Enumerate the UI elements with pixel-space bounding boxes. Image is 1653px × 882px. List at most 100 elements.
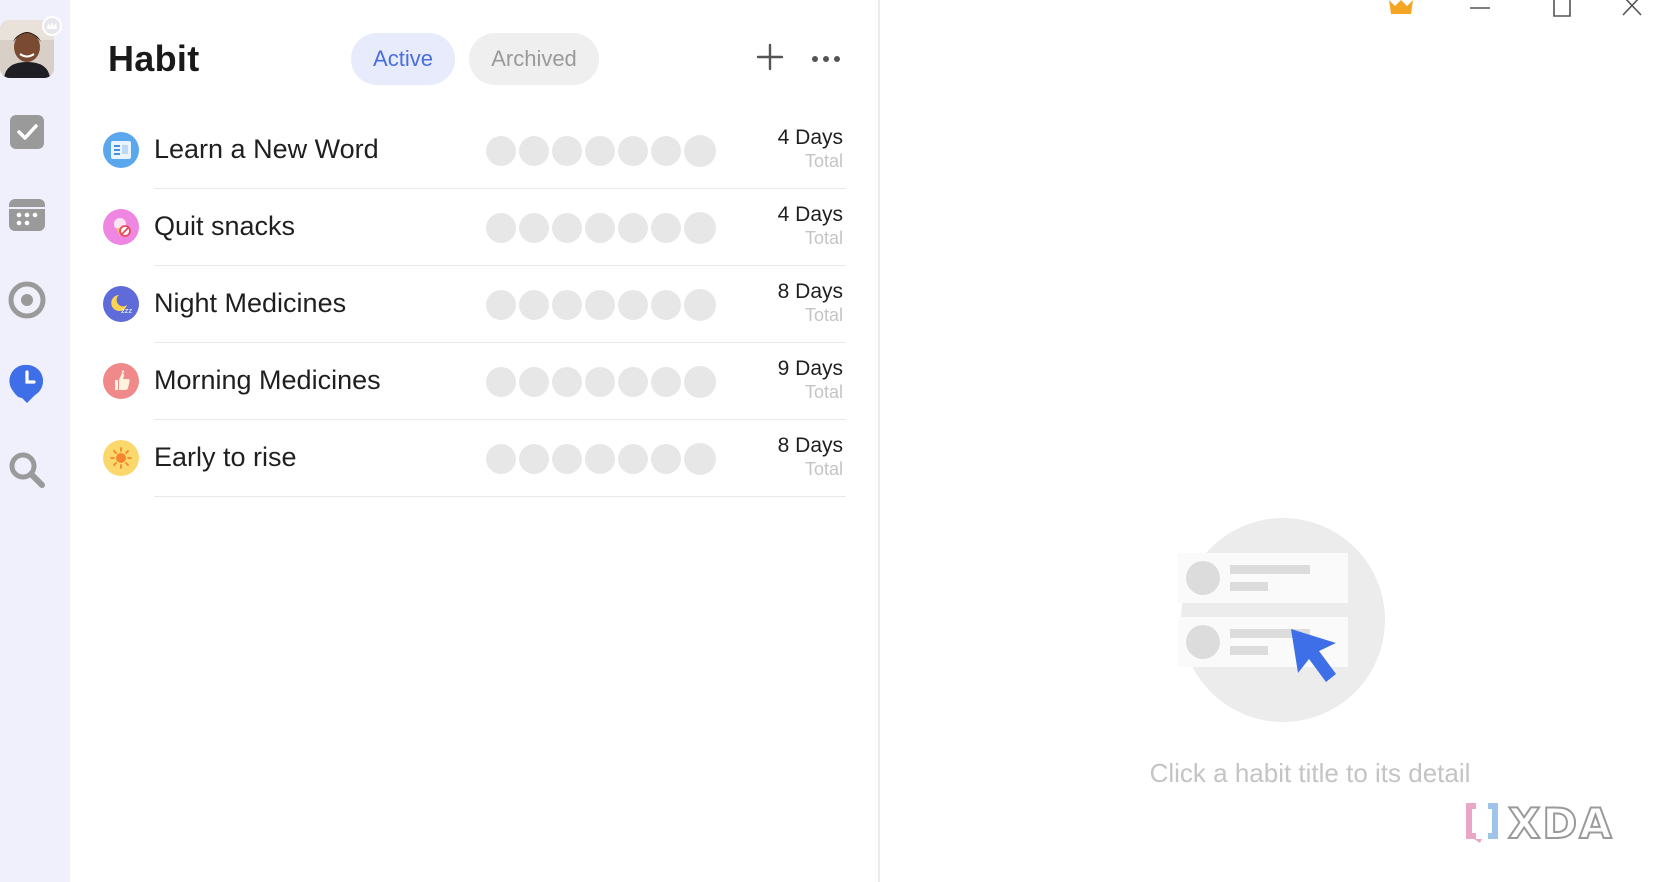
- day-dot[interactable]: [585, 444, 615, 474]
- days-label: Total: [804, 228, 843, 248]
- day-dot[interactable]: [585, 136, 615, 166]
- tab-active[interactable]: Active: [351, 33, 455, 85]
- day-dot[interactable]: [519, 136, 549, 166]
- day-dot[interactable]: [618, 444, 648, 474]
- total-days: 4 Days Total: [778, 203, 843, 249]
- day-dot[interactable]: [519, 290, 549, 320]
- upgrade-button[interactable]: [1384, 0, 1418, 22]
- day-dot[interactable]: [651, 444, 681, 474]
- day-dot[interactable]: [651, 367, 681, 397]
- sidebar-item-tasks[interactable]: [8, 114, 46, 154]
- premium-crown-icon: [42, 16, 62, 36]
- day-dot[interactable]: [651, 136, 681, 166]
- sidebar-item-search[interactable]: [8, 451, 46, 494]
- day-dot[interactable]: [585, 367, 615, 397]
- notebook-icon: [103, 132, 139, 168]
- crown-icon: [1386, 0, 1416, 21]
- day-dot[interactable]: [486, 136, 516, 166]
- week-check-dots: [486, 366, 716, 398]
- maximize-button[interactable]: [1544, 0, 1580, 22]
- day-dot[interactable]: [519, 367, 549, 397]
- target-icon: [8, 281, 46, 324]
- day-dot[interactable]: [519, 213, 549, 243]
- habit-row[interactable]: zzz Night Medicines 8 Days Total: [100, 266, 846, 343]
- sidebar: [0, 0, 70, 882]
- week-check-dots: [486, 443, 716, 475]
- more-options-button[interactable]: [807, 40, 845, 78]
- maximize-icon: [1551, 0, 1573, 23]
- days-count: 8 Days: [777, 280, 843, 303]
- day-dot[interactable]: [486, 367, 516, 397]
- checkbox-icon: [10, 114, 44, 154]
- row-divider: [154, 496, 846, 497]
- day-dot[interactable]: [486, 213, 516, 243]
- week-check-dots: [486, 212, 716, 244]
- day-dot[interactable]: [552, 367, 582, 397]
- week-check-dots: [486, 135, 716, 167]
- day-dot[interactable]: [585, 213, 615, 243]
- habit-row[interactable]: Early to rise 8 Days Total: [100, 420, 846, 497]
- day-dot[interactable]: [618, 367, 648, 397]
- day-dot[interactable]: [519, 444, 549, 474]
- habit-row[interactable]: Learn a New Word 4 Days Total: [100, 112, 846, 189]
- minimize-button[interactable]: [1462, 0, 1498, 22]
- add-habit-button[interactable]: [751, 40, 789, 78]
- habit-title[interactable]: Night Medicines: [154, 288, 346, 319]
- habit-title[interactable]: Quit snacks: [154, 211, 295, 242]
- minimize-icon: [1468, 0, 1492, 18]
- search-icon: [8, 451, 46, 494]
- today-dot[interactable]: [684, 289, 716, 321]
- pane-divider[interactable]: [878, 0, 880, 882]
- habit-row[interactable]: Morning Medicines 9 Days Total: [100, 343, 846, 420]
- day-dot[interactable]: [651, 290, 681, 320]
- sidebar-item-focus[interactable]: [8, 281, 46, 324]
- total-days: 8 Days Total: [778, 434, 843, 480]
- today-dot[interactable]: [684, 366, 716, 398]
- no-icecream-icon: [103, 209, 139, 245]
- day-dot[interactable]: [618, 213, 648, 243]
- day-dot[interactable]: [618, 290, 648, 320]
- today-dot[interactable]: [684, 212, 716, 244]
- habit-row[interactable]: Quit snacks 4 Days Total: [100, 189, 846, 266]
- days-label: Total: [804, 305, 843, 325]
- close-icon: [1621, 0, 1643, 23]
- total-days: 8 Days Total: [778, 280, 843, 326]
- habit-title[interactable]: Early to rise: [154, 442, 297, 473]
- svg-text:zzz: zzz: [121, 307, 132, 315]
- day-dot[interactable]: [618, 136, 648, 166]
- days-label: Total: [804, 459, 843, 479]
- day-dot[interactable]: [552, 290, 582, 320]
- tab-archived[interactable]: Archived: [469, 33, 599, 85]
- day-dot[interactable]: [552, 444, 582, 474]
- moon-sleep-icon: zzz: [103, 286, 139, 322]
- days-label: Total: [804, 382, 843, 402]
- sidebar-item-habit[interactable]: [8, 364, 46, 404]
- total-days: 4 Days Total: [778, 126, 843, 172]
- empty-state-illustration: [1178, 515, 1388, 725]
- today-dot[interactable]: [684, 135, 716, 167]
- plus-icon: [756, 43, 784, 76]
- empty-state-message: Click a habit title to its detail: [1149, 758, 1471, 788]
- sun-icon: [103, 440, 139, 476]
- days-count: 4 Days: [777, 126, 843, 149]
- xda-logo-icon: [1460, 799, 1504, 848]
- watermark-text: XDA: [1507, 798, 1614, 849]
- day-dot[interactable]: [486, 290, 516, 320]
- total-days: 9 Days Total: [778, 357, 843, 403]
- xda-watermark: XDA: [1460, 798, 1614, 849]
- habit-title[interactable]: Morning Medicines: [154, 365, 381, 396]
- day-dot[interactable]: [552, 136, 582, 166]
- days-count: 9 Days: [777, 357, 843, 380]
- day-dot[interactable]: [486, 444, 516, 474]
- close-window-button[interactable]: [1614, 0, 1650, 22]
- week-check-dots: [486, 289, 716, 321]
- sidebar-item-calendar[interactable]: [8, 198, 46, 236]
- day-dot[interactable]: [552, 213, 582, 243]
- day-dot[interactable]: [651, 213, 681, 243]
- days-label: Total: [804, 151, 843, 171]
- days-count: 8 Days: [777, 434, 843, 457]
- page-title: Habit: [108, 38, 200, 79]
- today-dot[interactable]: [684, 443, 716, 475]
- day-dot[interactable]: [585, 290, 615, 320]
- habit-title[interactable]: Learn a New Word: [154, 134, 379, 165]
